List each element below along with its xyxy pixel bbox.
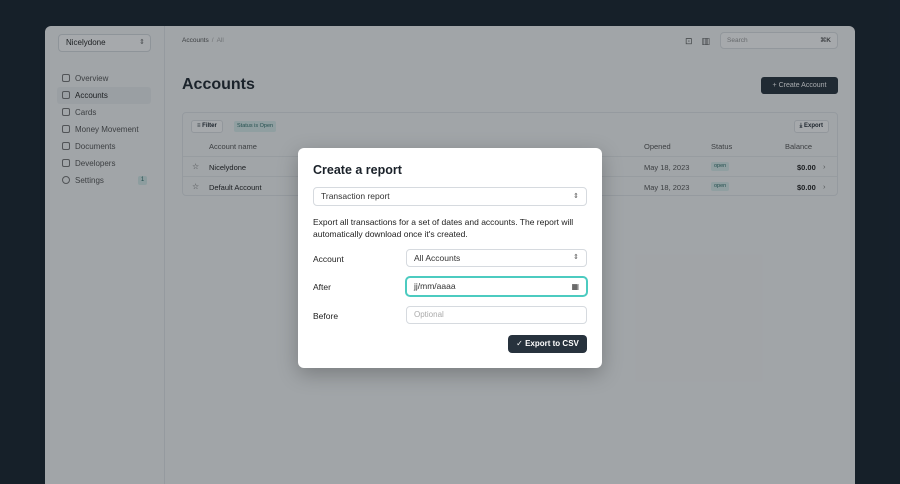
report-type-select[interactable]: Transaction report ⇕ [313, 187, 587, 206]
create-report-dialog: Create a report Transaction report ⇕ Exp… [298, 148, 602, 368]
after-date-value: jj/mm/aaaa [414, 281, 456, 291]
before-placeholder: Optional [414, 310, 444, 319]
dialog-description: Export all transactions for a set of dat… [313, 217, 574, 239]
export-to-csv-label: Export to CSV [525, 339, 579, 348]
account-select-value: All Accounts [414, 253, 461, 263]
chevron-updown-icon: ⇕ [573, 193, 579, 200]
export-to-csv-button[interactable]: ✓ Export to CSV [508, 335, 587, 353]
account-select[interactable]: All Accounts ⇕ [406, 249, 587, 267]
after-date-input[interactable]: jj/mm/aaaa ▦ [405, 276, 588, 297]
after-label: After [313, 282, 331, 292]
check-icon: ✓ [516, 339, 526, 348]
account-label: Account [313, 254, 344, 264]
dialog-title: Create a report [313, 163, 402, 177]
report-type-value: Transaction report [321, 191, 390, 201]
before-date-input[interactable]: Optional [406, 306, 587, 324]
chevron-updown-icon: ⇕ [573, 254, 579, 261]
before-label: Before [313, 311, 339, 321]
calendar-icon[interactable]: ▦ [571, 278, 579, 295]
